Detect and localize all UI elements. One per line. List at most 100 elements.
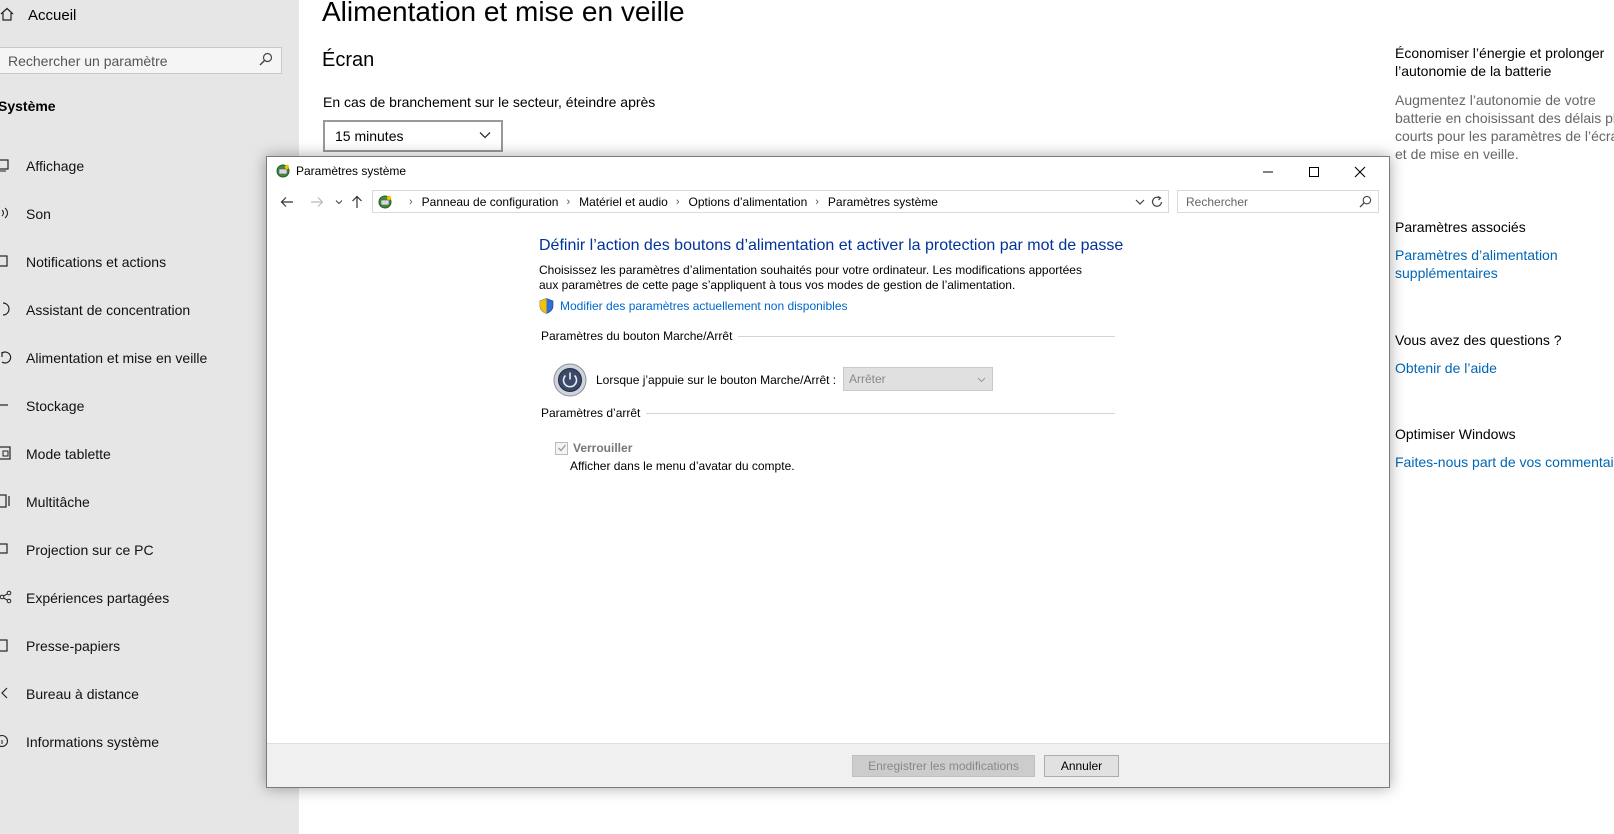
breadcrumb-system-settings[interactable]: Paramètres système: [828, 195, 938, 209]
sidebar-item-about[interactable]: Informations système: [0, 730, 159, 754]
sidebar-item-sound[interactable]: Son: [0, 202, 51, 226]
recent-locations-button[interactable]: [329, 192, 349, 212]
home-nav-item[interactable]: Accueil: [0, 4, 76, 26]
arrow-left-icon: [280, 197, 293, 207]
page-title: Alimentation et mise en veille: [322, 0, 685, 27]
breadcrumb-separator[interactable]: ›: [815, 196, 819, 208]
sidebar-item-display[interactable]: Affichage: [0, 154, 84, 178]
power-button-action-dropdown[interactable]: Arrêter: [843, 367, 993, 391]
additional-power-settings-link-line2[interactable]: supplémentaires: [1395, 264, 1498, 282]
lock-description: Afficher dans le menu d’avatar du compte…: [570, 459, 795, 473]
energy-text-line2: batterie en choisissant des délais plus: [1395, 110, 1614, 126]
sidebar-item-label: Bureau à distance: [26, 686, 139, 702]
chevron-down-icon: [335, 200, 343, 205]
section-title-screen: Écran: [322, 49, 375, 71]
sidebar-item-clipboard[interactable]: Presse-papiers: [0, 634, 120, 658]
sidebar-item-power-sleep[interactable]: Alimentation et mise en veille: [0, 346, 207, 370]
sidebar-item-label: Informations système: [26, 734, 160, 750]
address-bar[interactable]: › Panneau de configuration › Matériel et…: [372, 190, 1169, 213]
screen-timeout-label: En cas de branchement sur le secteur, ét…: [323, 94, 656, 110]
energy-text-line3: courts pour les paramètres de l’écran: [1395, 128, 1614, 144]
settings-search-input[interactable]: Rechercher un paramètre: [0, 47, 282, 74]
breadcrumb-separator[interactable]: ›: [566, 196, 570, 208]
maximize-icon: [1309, 167, 1319, 177]
system-group-title: Système: [0, 98, 56, 114]
home-label: Accueil: [28, 6, 77, 24]
minimize-icon: [1263, 171, 1273, 173]
refresh-icon[interactable]: [1150, 195, 1164, 209]
breadcrumb-separator[interactable]: ›: [676, 196, 680, 208]
control-panel-icon: [378, 195, 392, 209]
sidebar-item-label: Expériences partagées: [26, 590, 170, 606]
sidebar-item-label: Affichage: [26, 158, 85, 174]
power-icon: [0, 350, 26, 367]
remote-icon: [0, 686, 26, 703]
uac-shield-icon: [539, 298, 554, 314]
home-icon: [0, 7, 28, 24]
projection-icon: [0, 542, 26, 559]
sidebar-item-label: Alimentation et mise en veille: [26, 350, 208, 366]
window-titlebar[interactable]: Paramètres système: [267, 157, 1389, 187]
feedback-link[interactable]: Faites-nous part de vos commentaires: [1395, 453, 1614, 471]
sidebar-item-multitasking[interactable]: Multitâche: [0, 490, 90, 514]
lock-checkbox[interactable]: [555, 441, 568, 455]
screen-timeout-dropdown[interactable]: 15 minutes: [323, 120, 503, 152]
group-divider: [738, 335, 1115, 337]
search-icon: [259, 52, 273, 66]
chevron-down-icon: [977, 377, 986, 383]
breadcrumb: › Panneau de configuration › Matériel et…: [401, 195, 938, 209]
search-icon: [1359, 195, 1372, 208]
arrow-right-icon: [311, 197, 324, 207]
breadcrumb-separator[interactable]: ›: [409, 196, 413, 208]
sidebar-item-label: Assistant de concentration: [26, 302, 191, 318]
back-button[interactable]: [277, 192, 297, 212]
page-heading: Définir l’action des boutons d’alimentat…: [539, 237, 1124, 254]
sidebar-item-notifications[interactable]: Notifications et actions: [0, 250, 166, 274]
settings-sidebar: Accueil Rechercher un paramètre Système …: [0, 0, 299, 834]
window-title: Paramètres système: [296, 164, 407, 178]
sidebar-item-tablet-mode[interactable]: Mode tablette: [0, 442, 111, 466]
breadcrumb-hardware-sound[interactable]: Matériel et audio: [579, 195, 668, 209]
address-history-chevron-icon[interactable]: [1134, 195, 1146, 209]
sidebar-item-shared-experiences[interactable]: Expériences partagées: [0, 586, 169, 610]
up-button[interactable]: [347, 192, 367, 212]
multitask-icon: [0, 493, 26, 511]
sidebar-item-focus-assist[interactable]: Assistant de concentration: [0, 298, 190, 322]
sidebar-item-label: Mode tablette: [26, 446, 111, 462]
notification-icon: [0, 254, 26, 271]
maximize-button[interactable]: [1291, 157, 1337, 187]
search-placeholder: Rechercher: [1186, 194, 1249, 209]
sidebar-item-storage[interactable]: Stockage: [0, 394, 84, 418]
lock-label: Verrouiller: [573, 441, 633, 455]
additional-power-settings-link[interactable]: Paramètres d’alimentation: [1395, 246, 1558, 264]
energy-text-line1: Augmentez l’autonomie de votre: [1395, 92, 1596, 108]
power-button-icon: [553, 363, 587, 397]
change-unavailable-settings-text: Modifier des paramètres actuellement non…: [560, 299, 848, 313]
breadcrumb-power-options[interactable]: Options d’alimentation: [689, 195, 808, 209]
shutdown-group-title: Paramètres d’arrêt: [541, 406, 641, 420]
checkmark-icon: [557, 444, 566, 452]
close-button[interactable]: [1337, 157, 1383, 187]
control-panel-search-input[interactable]: Rechercher: [1177, 190, 1379, 213]
sidebar-item-projection[interactable]: Projection sur ce PC: [0, 538, 154, 562]
screen-timeout-value: 15 minutes: [335, 128, 404, 144]
control-panel-icon: [276, 164, 290, 178]
change-unavailable-settings-link[interactable]: Modifier des paramètres actuellement non…: [539, 298, 848, 314]
get-help-link[interactable]: Obtenir de l’aide: [1395, 359, 1497, 377]
sidebar-item-label: Multitâche: [26, 494, 90, 510]
group-divider: [646, 412, 1115, 414]
save-changes-button[interactable]: Enregistrer les modifications: [852, 755, 1035, 777]
sidebar-item-label: Notifications et actions: [26, 254, 167, 270]
cancel-button[interactable]: Annuler: [1044, 755, 1119, 777]
breadcrumb-control-panel[interactable]: Panneau de configuration: [422, 195, 559, 209]
energy-heading-line2: l’autonomie de la batterie: [1395, 63, 1552, 79]
forward-button[interactable]: [307, 192, 327, 212]
minimize-button[interactable]: [1245, 157, 1291, 187]
power-button-action-label: Lorsque j’appuie sur le bouton Marche/Ar…: [596, 373, 837, 387]
sidebar-item-remote-desktop[interactable]: Bureau à distance: [0, 682, 139, 706]
share-icon: [0, 590, 26, 607]
tablet-icon: [0, 445, 26, 463]
moon-icon: [0, 301, 26, 319]
shutdown-group-header: Paramètres d’arrêt: [541, 405, 1115, 421]
close-icon: [1354, 166, 1366, 178]
